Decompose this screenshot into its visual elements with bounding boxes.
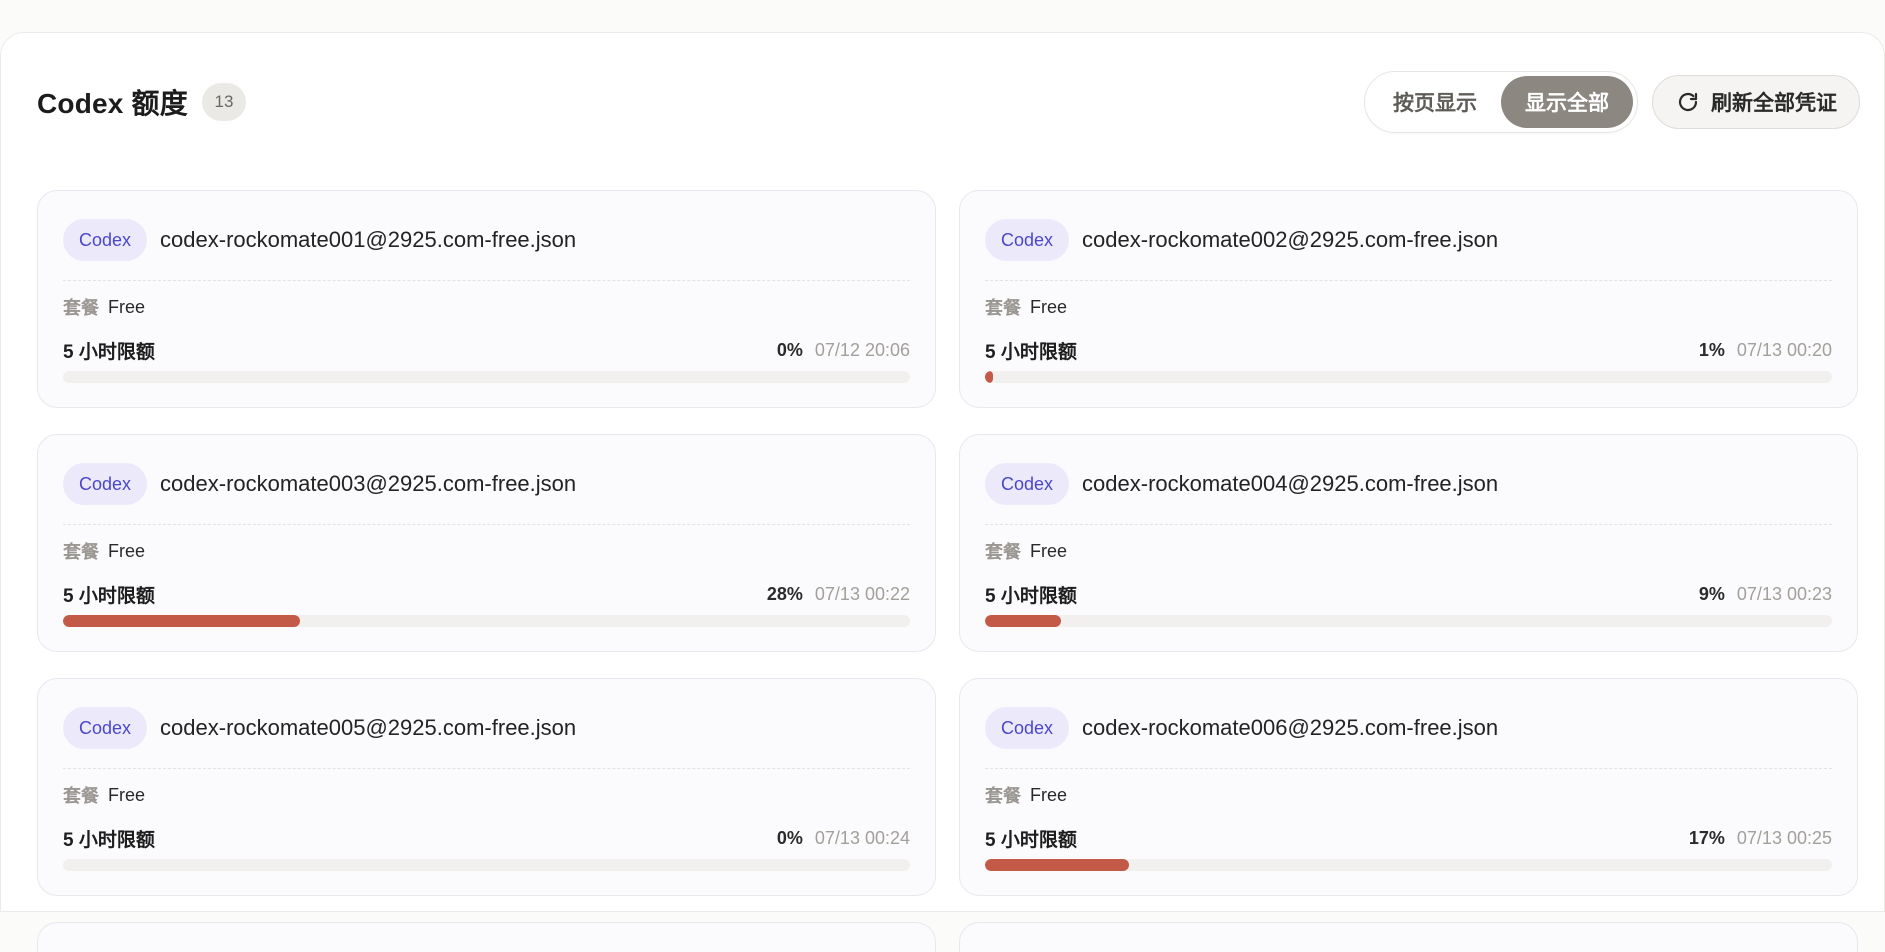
credential-file: codex-rockomate002@2925.com-free.json bbox=[1082, 227, 1499, 252]
quota-progress-bar bbox=[63, 615, 910, 627]
count-badge: 13 bbox=[201, 83, 246, 121]
quota-label: 5 小时限额 bbox=[63, 829, 155, 851]
quota-label: 5 小时限额 bbox=[63, 341, 155, 363]
quota-percent: 0% bbox=[776, 827, 803, 848]
divider bbox=[63, 524, 910, 525]
divider bbox=[985, 524, 1832, 525]
quota-reset-time: 07/13 00:25 bbox=[1736, 827, 1832, 848]
type-badge: Codex bbox=[63, 707, 148, 749]
credential-card: Codex codex-rockomate006@2925.com-free.j… bbox=[959, 678, 1858, 896]
credential-card-partial bbox=[959, 922, 1858, 952]
divider bbox=[63, 280, 910, 281]
type-badge: Codex bbox=[63, 463, 148, 505]
plan-value: Free bbox=[1030, 540, 1068, 561]
quota-progress-bar bbox=[63, 371, 910, 383]
type-badge: Codex bbox=[985, 463, 1070, 505]
type-badge: Codex bbox=[985, 707, 1070, 749]
plan-label: 套餐 bbox=[63, 298, 99, 318]
quota-progress-bar bbox=[985, 615, 1832, 627]
credential-card: Codex codex-rockomate005@2925.com-free.j… bbox=[37, 678, 936, 896]
plan-value: Free bbox=[1030, 784, 1068, 805]
quota-panel: Codex 额度 13 按页显示 显示全部 刷新全部凭证 Codex codex… bbox=[0, 32, 1885, 952]
credential-file: codex-rockomate006@2925.com-free.json bbox=[1082, 715, 1499, 740]
plan-label: 套餐 bbox=[985, 298, 1021, 318]
quota-reset-time: 07/13 00:20 bbox=[1736, 339, 1832, 360]
divider bbox=[63, 768, 910, 769]
quota-label: 5 小时限额 bbox=[985, 341, 1077, 363]
divider bbox=[985, 280, 1832, 281]
credential-card: Codex codex-rockomate001@2925.com-free.j… bbox=[37, 190, 936, 408]
quota-progress-fill bbox=[985, 859, 1129, 871]
plan-label: 套餐 bbox=[985, 786, 1021, 806]
quota-reset-time: 07/12 20:06 bbox=[814, 339, 910, 360]
view-toggle: 按页显示 显示全部 bbox=[1364, 71, 1638, 133]
credential-file: codex-rockomate004@2925.com-free.json bbox=[1082, 471, 1499, 496]
quota-reset-time: 07/13 00:24 bbox=[814, 827, 910, 848]
quota-label: 5 小时限额 bbox=[63, 585, 155, 607]
plan-label: 套餐 bbox=[985, 542, 1021, 562]
refresh-all-label: 刷新全部凭证 bbox=[1711, 92, 1837, 115]
quota-reset-time: 07/13 00:23 bbox=[1736, 583, 1832, 604]
quota-progress-bar bbox=[985, 371, 1832, 383]
refresh-icon bbox=[1675, 89, 1701, 115]
refresh-all-button[interactable]: 刷新全部凭证 bbox=[1652, 75, 1860, 129]
quota-progress-bar bbox=[63, 859, 910, 871]
credential-card: Codex codex-rockomate004@2925.com-free.j… bbox=[959, 434, 1858, 652]
quota-progress-bar bbox=[985, 859, 1832, 871]
divider bbox=[985, 768, 1832, 769]
type-badge: Codex bbox=[985, 219, 1070, 261]
quota-percent: 28% bbox=[766, 583, 803, 604]
panel-header: Codex 额度 13 按页显示 显示全部 刷新全部凭证 bbox=[37, 71, 1860, 133]
credential-card: Codex codex-rockomate003@2925.com-free.j… bbox=[37, 434, 936, 652]
plan-label: 套餐 bbox=[63, 542, 99, 562]
plan-value: Free bbox=[108, 784, 146, 805]
view-paged-button[interactable]: 按页显示 bbox=[1369, 76, 1501, 128]
quota-label: 5 小时限额 bbox=[985, 585, 1077, 607]
quota-percent: 17% bbox=[1688, 827, 1725, 848]
quota-percent: 0% bbox=[776, 339, 803, 360]
quota-percent: 9% bbox=[1698, 583, 1725, 604]
plan-value: Free bbox=[108, 540, 146, 561]
credential-card-partial bbox=[37, 922, 936, 952]
view-all-button[interactable]: 显示全部 bbox=[1501, 76, 1633, 128]
page-title: Codex 额度 bbox=[37, 88, 188, 119]
quota-label: 5 小时限额 bbox=[985, 829, 1077, 851]
credential-file: codex-rockomate003@2925.com-free.json bbox=[160, 471, 577, 496]
quota-reset-time: 07/13 00:22 bbox=[814, 583, 910, 604]
credential-card: Codex codex-rockomate002@2925.com-free.j… bbox=[959, 190, 1858, 408]
plan-label: 套餐 bbox=[63, 786, 99, 806]
quota-percent: 1% bbox=[1698, 339, 1725, 360]
quota-progress-fill bbox=[985, 371, 994, 383]
credential-file: codex-rockomate005@2925.com-free.json bbox=[160, 715, 577, 740]
plan-value: Free bbox=[1030, 296, 1068, 317]
quota-progress-fill bbox=[985, 615, 1062, 627]
quota-progress-fill bbox=[63, 615, 301, 627]
credential-file: codex-rockomate001@2925.com-free.json bbox=[160, 227, 577, 252]
card-grid: Codex codex-rockomate001@2925.com-free.j… bbox=[37, 190, 1858, 952]
type-badge: Codex bbox=[63, 219, 148, 261]
plan-value: Free bbox=[108, 296, 146, 317]
